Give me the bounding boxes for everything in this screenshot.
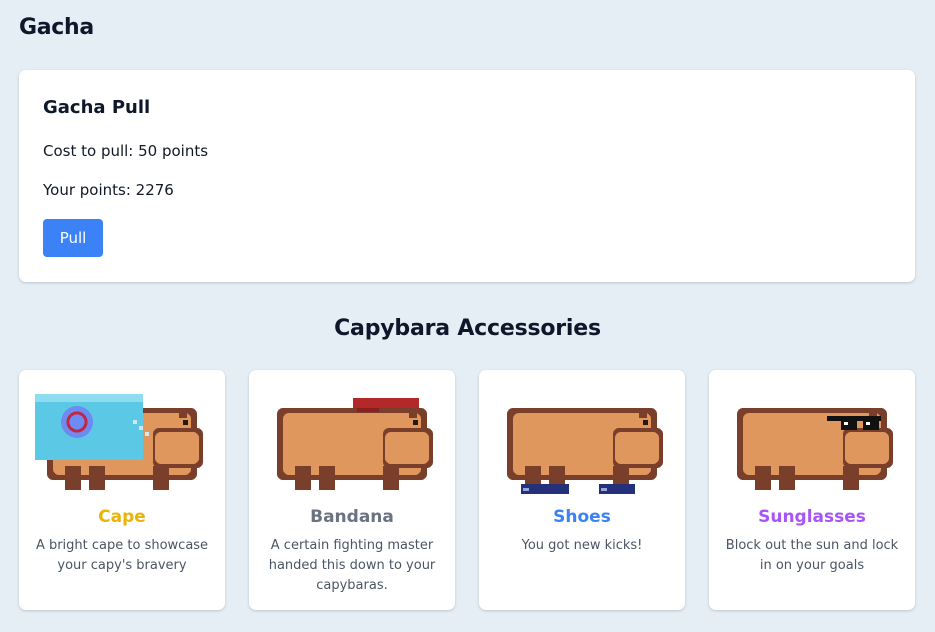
accessory-name: Cape	[98, 507, 146, 527]
accessory-description: You got new kicks!	[521, 538, 643, 553]
capybara-bandana-icon	[277, 398, 433, 490]
accessory-card-bandana[interactable]: Bandana A certain fighting master handed…	[249, 370, 455, 610]
capybara-cape-icon	[35, 394, 203, 490]
capybara-sunglasses-icon	[737, 408, 893, 490]
capybara-body	[507, 408, 663, 484]
page-title: Gacha	[19, 15, 94, 40]
accessory-description: Block out the sun and lock in on your go…	[725, 538, 899, 573]
accessory-card-sunglasses[interactable]: Sunglasses Block out the sun and lock in…	[709, 370, 915, 610]
accessory-name: Bandana	[310, 507, 394, 527]
accessory-description: A bright cape to showcase your capy's br…	[35, 538, 209, 573]
cost-text: Cost to pull: 50 points	[43, 142, 209, 160]
points-text: Your points: 2276	[43, 181, 174, 199]
shoes-accessory	[521, 484, 635, 494]
cape-accessory	[35, 394, 149, 460]
accessories-heading: Capybara Accessories	[334, 316, 601, 341]
capybara-shoes-icon	[507, 408, 663, 494]
gacha-pull-card: Gacha Pull Cost to pull: 50 points Your …	[19, 70, 915, 282]
accessory-name: Shoes	[553, 507, 611, 527]
accessory-card-cape[interactable]: Cape A bright cape to showcase your capy…	[19, 370, 225, 610]
accessory-description: A certain fighting master handed this do…	[268, 538, 436, 593]
pull-button[interactable]: Pull	[43, 219, 103, 257]
accessory-name: Sunglasses	[758, 507, 866, 527]
gacha-pull-title: Gacha Pull	[43, 97, 151, 118]
accessory-card-shoes[interactable]: Shoes You got new kicks!	[479, 370, 685, 610]
capybara-body	[277, 408, 433, 490]
